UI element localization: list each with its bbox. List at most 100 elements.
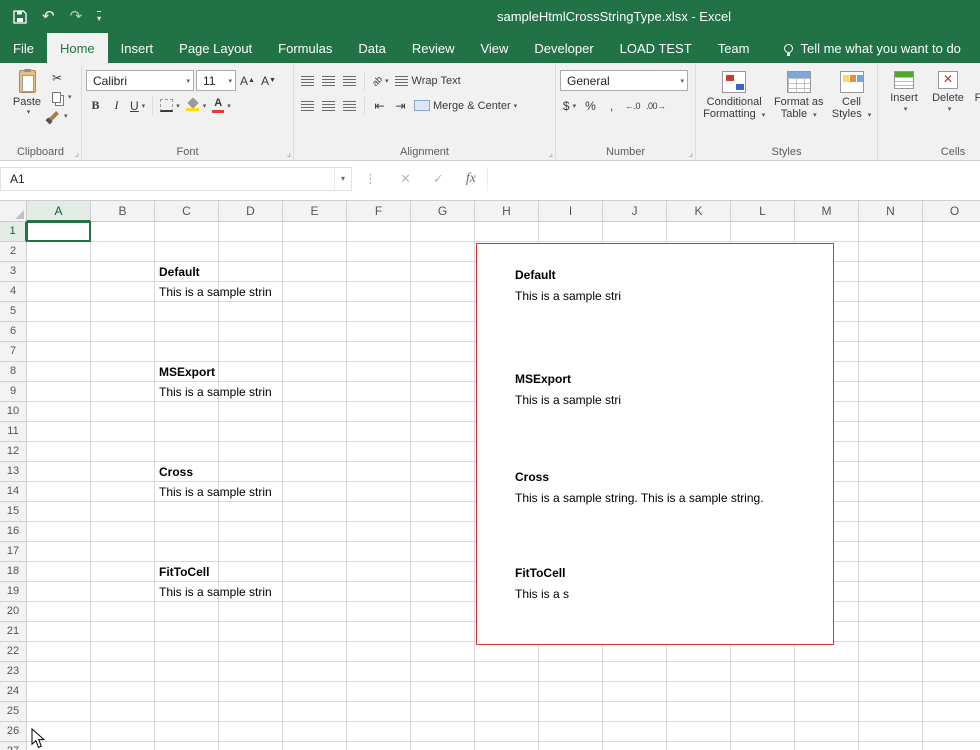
top-align-button[interactable] [298, 70, 317, 91]
format-as-table-button[interactable]: Format as Table ▾ [768, 67, 829, 143]
column-header-B[interactable]: B [91, 201, 155, 222]
row-header-19[interactable]: 19 [0, 582, 27, 602]
cut-button[interactable]: ✂ [50, 69, 74, 87]
insert-function-button[interactable]: fx [455, 171, 487, 187]
cell-C8[interactable]: MSExport [159, 365, 283, 381]
row-header-18[interactable]: 18 [0, 562, 27, 582]
tab-developer[interactable]: Developer [521, 33, 606, 63]
row-header-20[interactable]: 20 [0, 602, 27, 622]
export-preview-image[interactable]: DefaultThis is a sample striMSExportThis… [476, 243, 834, 645]
bold-button[interactable]: B [86, 95, 105, 116]
undo-icon[interactable]: ↶ [42, 9, 55, 24]
decrease-decimal-button[interactable]: .00→ [644, 95, 668, 116]
row-header-24[interactable]: 24 [0, 682, 27, 702]
format-cells-button[interactable]: Format ▾ [970, 67, 980, 143]
align-right-button[interactable] [340, 95, 359, 116]
cancel-icon[interactable]: ✕ [389, 171, 422, 187]
column-header-J[interactable]: J [603, 201, 667, 222]
column-header-K[interactable]: K [667, 201, 731, 222]
save-icon[interactable] [13, 10, 27, 24]
row-header-9[interactable]: 9 [0, 382, 27, 402]
dialog-launcher-icon[interactable]: ⌟ [689, 149, 693, 158]
tab-page-layout[interactable]: Page Layout [166, 33, 265, 63]
row-header-22[interactable]: 22 [0, 642, 27, 662]
middle-align-button[interactable] [319, 70, 338, 91]
chevron-down-icon[interactable]: ▾ [334, 168, 351, 190]
cell-C3[interactable]: Default [159, 265, 283, 281]
increase-decimal-button[interactable]: ←.0 [623, 95, 642, 116]
wrap-text-button[interactable]: Wrap Text [393, 70, 463, 91]
column-header-D[interactable]: D [219, 201, 283, 222]
row-header-16[interactable]: 16 [0, 522, 27, 542]
decrease-font-size-button[interactable]: A▼ [259, 70, 278, 91]
row-header-5[interactable]: 5 [0, 302, 27, 322]
font-name-select[interactable]: Calibri▾ [86, 70, 194, 91]
formula-bar-splitter[interactable]: ⋮ [352, 171, 389, 187]
row-header-14[interactable]: 14 [0, 482, 27, 502]
tab-view[interactable]: View [467, 33, 521, 63]
row-header-1[interactable]: 1 [0, 222, 27, 242]
decrease-indent-button[interactable]: ⇤ [370, 95, 389, 116]
cell-C14[interactable]: This is a sample strin [159, 485, 283, 501]
row-header-15[interactable]: 15 [0, 502, 27, 522]
tab-data[interactable]: Data [345, 33, 398, 63]
row-header-3[interactable]: 3 [0, 262, 27, 282]
tab-review[interactable]: Review [399, 33, 468, 63]
tab-file[interactable]: File [0, 33, 47, 63]
redo-icon[interactable]: ↷ [70, 9, 83, 24]
dialog-launcher-icon[interactable]: ⌟ [287, 149, 291, 158]
column-header-O[interactable]: O [923, 201, 980, 222]
underline-button[interactable]: U▾ [128, 95, 147, 116]
row-header-8[interactable]: 8 [0, 362, 27, 382]
cell-C19[interactable]: This is a sample strin [159, 585, 283, 601]
row-header-7[interactable]: 7 [0, 342, 27, 362]
row-header-2[interactable]: 2 [0, 242, 27, 262]
select-all-corner[interactable] [0, 201, 27, 222]
row-header-11[interactable]: 11 [0, 422, 27, 442]
tell-me-box[interactable]: Tell me what you want to do [784, 33, 960, 63]
increase-indent-button[interactable]: ⇥ [391, 95, 410, 116]
cell-C13[interactable]: Cross [159, 465, 283, 481]
dialog-launcher-icon[interactable]: ⌟ [75, 149, 79, 158]
tab-load-test[interactable]: LOAD TEST [607, 33, 705, 63]
formula-input[interactable] [487, 167, 980, 191]
row-header-4[interactable]: 4 [0, 282, 27, 302]
copy-button[interactable]: ▾ [50, 88, 74, 106]
format-painter-button[interactable]: ▾ [50, 107, 74, 125]
row-header-17[interactable]: 17 [0, 542, 27, 562]
borders-button[interactable]: ▾ [158, 95, 182, 116]
row-header-23[interactable]: 23 [0, 662, 27, 682]
paste-button[interactable]: Paste ▾ [4, 67, 50, 125]
row-header-6[interactable]: 6 [0, 322, 27, 342]
column-header-C[interactable]: C [155, 201, 219, 222]
row-header-10[interactable]: 10 [0, 402, 27, 422]
delete-cells-button[interactable]: Delete ▾ [926, 67, 970, 143]
column-header-A[interactable]: A [27, 201, 91, 222]
column-header-E[interactable]: E [283, 201, 347, 222]
percent-style-button[interactable]: % [581, 95, 600, 116]
conditional-formatting-button[interactable]: Conditional Formatting ▾ [700, 67, 768, 143]
cell-C9[interactable]: This is a sample strin [159, 385, 283, 401]
number-format-select[interactable]: General▾ [560, 70, 688, 91]
column-header-H[interactable]: H [475, 201, 539, 222]
italic-button[interactable]: I [107, 95, 126, 116]
tab-insert[interactable]: Insert [108, 33, 167, 63]
cell-C4[interactable]: This is a sample strin [159, 285, 283, 301]
font-color-button[interactable]: A▾ [210, 95, 233, 116]
tab-team[interactable]: Team [705, 33, 763, 63]
customize-toolbar-icon[interactable]: ▾ [97, 11, 101, 23]
insert-cells-button[interactable]: Insert ▾ [882, 67, 926, 143]
row-header-12[interactable]: 12 [0, 442, 27, 462]
column-header-N[interactable]: N [859, 201, 923, 222]
font-size-select[interactable]: 11▾ [196, 70, 236, 91]
align-center-button[interactable] [319, 95, 338, 116]
bottom-align-button[interactable] [340, 70, 359, 91]
row-header-13[interactable]: 13 [0, 462, 27, 482]
align-left-button[interactable] [298, 95, 317, 116]
accounting-format-button[interactable]: $▾ [560, 95, 579, 116]
column-header-L[interactable]: L [731, 201, 795, 222]
row-header-25[interactable]: 25 [0, 702, 27, 722]
row-header-27[interactable]: 27 [0, 742, 27, 750]
dialog-launcher-icon[interactable]: ⌟ [549, 149, 553, 158]
merge-center-button[interactable]: Merge & Center▾ [412, 95, 519, 116]
